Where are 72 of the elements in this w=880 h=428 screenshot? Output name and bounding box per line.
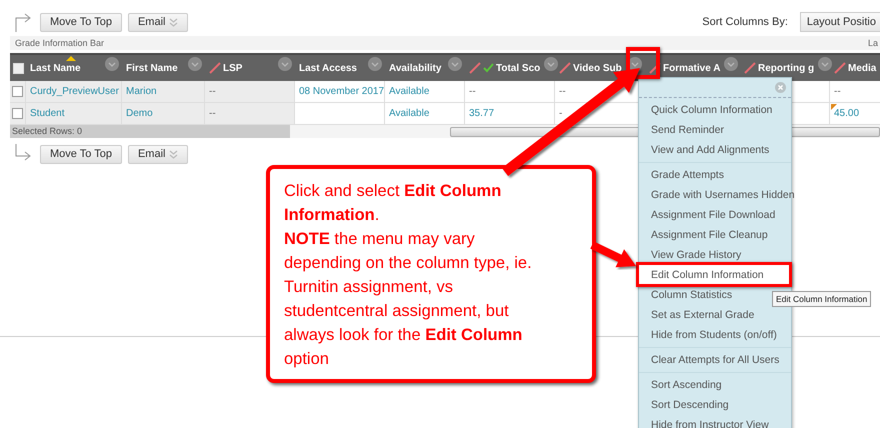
- pencil-icon: [649, 62, 661, 74]
- menu-item[interactable]: Set as External Grade: [639, 305, 791, 325]
- column-header[interactable]: LSP: [223, 62, 242, 74]
- table-link[interactable]: 35.77: [469, 108, 494, 119]
- menu-item[interactable]: Assignment File Download: [639, 205, 791, 225]
- table-cell: --: [834, 86, 841, 97]
- column-header[interactable]: First Name: [126, 62, 178, 74]
- table-link[interactable]: Available: [389, 108, 430, 119]
- table-link[interactable]: Curdy_PreviewUser: [30, 86, 119, 97]
- pencil-icon: [559, 62, 571, 74]
- menu-item[interactable]: Assignment File Cleanup: [639, 225, 791, 245]
- menu-item[interactable]: Sort Ascending: [639, 375, 791, 395]
- chevron-circle-icon: [278, 57, 292, 71]
- menu-item[interactable]: Hide from Instructor View: [639, 415, 791, 428]
- chevron-circle-icon: [105, 57, 119, 71]
- move-to-top-button[interactable]: Move To Top: [40, 144, 122, 164]
- chevron-circle-icon: [188, 57, 202, 71]
- sort-label: Sort Columns By:: [702, 16, 788, 28]
- column-header[interactable]: Video Sub: [573, 62, 622, 74]
- column-header[interactable]: Media: [848, 62, 876, 74]
- double-chevron-icon: [169, 150, 178, 158]
- tooltip: Edit Column Information: [772, 291, 872, 307]
- menu-item[interactable]: View and Add Alignments: [639, 140, 791, 160]
- column-header[interactable]: Last Name: [30, 62, 81, 74]
- column-header[interactable]: Reporting g: [758, 62, 814, 74]
- column-header[interactable]: Availability: [389, 62, 442, 74]
- callout-text: Click and select Edit Column Information.: [284, 181, 502, 226]
- callout-text: NOTE the menu may vary depending on the column type, ie. Turnitin assignment, vs studentcentral assignment, but always look for the Edit Column option: [284, 229, 533, 370]
- select-all-checkbox[interactable]: [12, 62, 24, 74]
- email-button[interactable]: Email: [128, 144, 188, 164]
- table-cell: --: [209, 108, 216, 119]
- close-icon: [775, 82, 786, 93]
- table-link[interactable]: 08 November 2017: [299, 86, 384, 97]
- table-link[interactable]: Demo: [126, 108, 153, 119]
- menu-item[interactable]: Sort Descending: [639, 395, 791, 415]
- selected-rows-count: Selected Rows: 0: [10, 125, 290, 138]
- table-cell: --: [469, 86, 476, 97]
- chevron-circle-icon: [544, 57, 558, 71]
- row-checkbox[interactable]: [12, 108, 23, 119]
- menu-item[interactable]: Clear Attempts for All Users: [639, 350, 791, 370]
- row-checkbox[interactable]: [12, 86, 23, 97]
- table-cell: --: [559, 86, 566, 97]
- menu-item[interactable]: Hide from Students (on/off): [639, 325, 791, 345]
- column-header[interactable]: Formative A: [663, 62, 720, 74]
- pencil-icon: [209, 62, 221, 74]
- move-to-top-button[interactable]: Move To Top: [40, 12, 122, 32]
- menu-item[interactable]: Grade Attempts: [639, 165, 791, 185]
- chevron-circle-icon: [368, 57, 382, 71]
- table-link[interactable]: Marion: [126, 86, 157, 97]
- table-cell: -: [559, 108, 562, 119]
- table-link[interactable]: 45.00: [834, 108, 860, 119]
- chevron-circle-icon: [818, 57, 832, 71]
- menu-item[interactable]: Send Reminder: [639, 120, 791, 140]
- pencil-icon: [744, 62, 756, 74]
- column-header[interactable]: Last Access: [299, 62, 357, 74]
- table-link[interactable]: Student: [30, 108, 64, 119]
- info-bar-label[interactable]: Grade Information Bar: [10, 38, 104, 48]
- info-bar-text: La: [868, 38, 879, 48]
- pencil-icon: [469, 62, 481, 74]
- sort-select[interactable]: Layout Positio: [800, 12, 880, 32]
- double-chevron-icon: [169, 18, 178, 26]
- column-header[interactable]: Total Sco: [496, 62, 540, 74]
- email-button[interactable]: Email: [128, 12, 188, 32]
- menu-item[interactable]: Quick Column Information: [639, 100, 791, 120]
- check-icon: [483, 63, 494, 73]
- pencil-icon: [834, 62, 846, 74]
- menu-item[interactable]: View Grade History: [639, 245, 791, 265]
- chevron-circle-icon: [724, 57, 738, 71]
- table-cell: --: [209, 86, 216, 97]
- table-link[interactable]: Available: [389, 86, 430, 97]
- menu-item[interactable]: Edit Column Information: [639, 265, 791, 285]
- chevron-circle-icon: [448, 57, 462, 71]
